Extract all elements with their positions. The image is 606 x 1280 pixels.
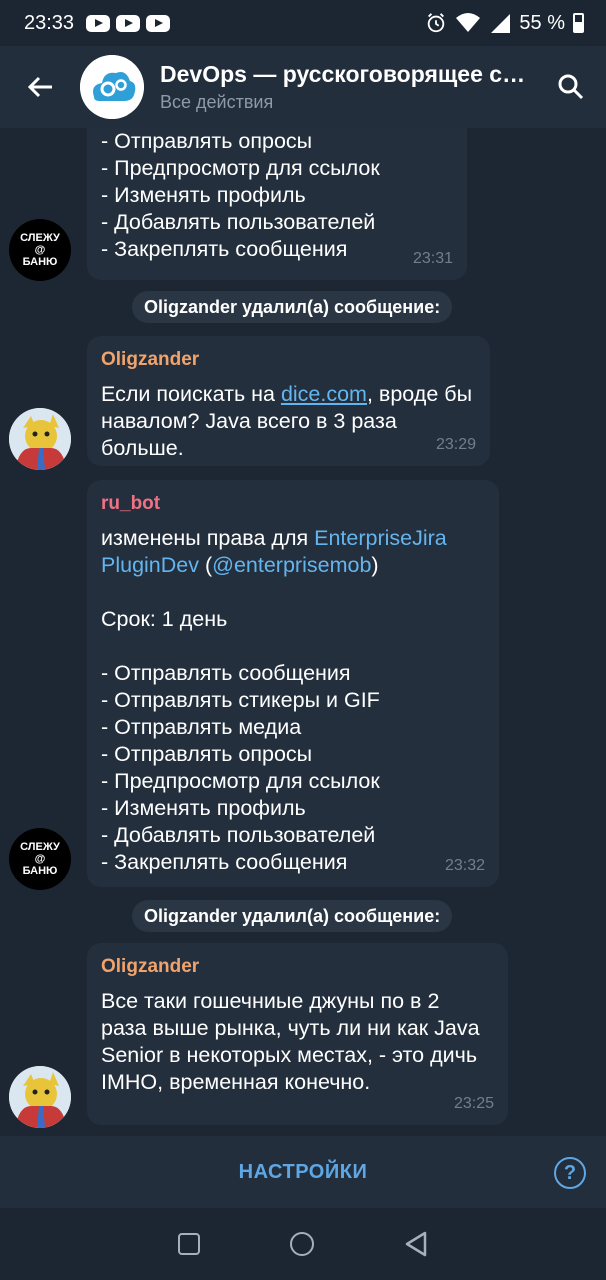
permission-line: - Закреплять сообщения bbox=[101, 850, 348, 874]
avatar-text: СЛЕЖУ bbox=[20, 841, 60, 853]
term-text: Срок: 1 день bbox=[101, 607, 228, 631]
text-segment: ( bbox=[199, 553, 213, 577]
status-time: 23:33 bbox=[24, 11, 75, 34]
message-time: 23:32 bbox=[444, 857, 485, 874]
avatar-text: БАНЮ bbox=[22, 256, 58, 268]
system-nav-bar bbox=[0, 1208, 606, 1280]
settings-button[interactable]: НАСТРОЙКИ bbox=[239, 1161, 368, 1184]
message-author[interactable]: Oligzander bbox=[101, 346, 476, 373]
bottom-bar: НАСТРОЙКИ ? bbox=[0, 1136, 606, 1208]
chat-header: DevOps — русскоговорящее сообщество Все … bbox=[0, 46, 606, 128]
avatar-text: БАНЮ bbox=[22, 865, 58, 877]
chat-title[interactable]: DevOps — русскоговорящее сообщество bbox=[160, 61, 536, 88]
avatar-text: @ bbox=[34, 853, 46, 865]
message-text: Если поискать на dice.com, вроде бы нава… bbox=[101, 381, 476, 462]
service-message: Oligzander удалил(а) сообщение: bbox=[132, 900, 453, 932]
search-icon bbox=[558, 74, 584, 100]
avatar[interactable] bbox=[9, 408, 71, 470]
permission-line: - Отправлять медиа bbox=[101, 715, 302, 739]
permission-line: - Добавлять пользователей bbox=[101, 823, 376, 847]
permission-line: - Предпросмотр для ссылок bbox=[101, 769, 380, 793]
avatar[interactable]: СЛЕЖУ @ БАНЮ bbox=[9, 828, 71, 890]
message-bubble[interactable]: Oligzander Если поискать на dice.com, вр… bbox=[87, 336, 490, 466]
permission-line: - Закреплять сообщения bbox=[101, 237, 348, 261]
search-button[interactable] bbox=[536, 46, 606, 128]
youtube-notification-icon bbox=[146, 14, 171, 32]
message-author[interactable]: Oligzander bbox=[101, 953, 494, 980]
arrow-left-icon bbox=[27, 76, 52, 98]
message-bubble[interactable]: - Отправлять опросы - Предпросмотр для с… bbox=[87, 128, 467, 280]
avatar-text: СЛЕЖУ bbox=[20, 232, 60, 244]
pokemon-avatar-icon bbox=[9, 408, 71, 470]
text-segment: ) bbox=[371, 553, 379, 577]
avatar[interactable]: СЛЕЖУ @ БАНЮ bbox=[9, 219, 71, 281]
permission-line: - Добавлять пользователей bbox=[101, 210, 376, 234]
chat-area[interactable]: - Отправлять опросы - Предпросмотр для с… bbox=[0, 128, 606, 1136]
message-bubble[interactable]: ru_bot изменены права для EnterpriseJira… bbox=[87, 480, 499, 887]
permission-line: - Изменять профиль bbox=[101, 183, 306, 207]
avatar-text: @ bbox=[34, 244, 46, 256]
message-time: 23:25 bbox=[453, 1095, 494, 1112]
pokemon-avatar-icon bbox=[9, 1066, 71, 1128]
recents-button[interactable] bbox=[178, 1233, 200, 1255]
permission-line: - Отправлять стикеры и GIF bbox=[101, 688, 380, 712]
message-text: изменены права для EnterpriseJira Plugin… bbox=[101, 525, 485, 579]
message-author[interactable]: ru_bot bbox=[101, 490, 485, 517]
help-icon[interactable]: ? bbox=[554, 1157, 586, 1189]
group-avatar[interactable] bbox=[80, 55, 144, 119]
cloud-gears-icon bbox=[80, 55, 144, 119]
message-text: Все таки гошечниые джуны по в 2 раза выш… bbox=[101, 989, 480, 1094]
text-segment: изменены права для bbox=[101, 526, 315, 550]
text-segment: Если поискать на bbox=[101, 382, 281, 406]
permission-line: - Отправлять опросы bbox=[101, 129, 313, 153]
permission-line: - Предпросмотр для ссылок bbox=[101, 156, 380, 180]
message-link[interactable]: dice.com bbox=[281, 382, 367, 406]
signal-icon bbox=[491, 14, 511, 33]
youtube-notification-icon bbox=[116, 14, 141, 32]
chat-subtitle: Все действия bbox=[160, 92, 274, 112]
permission-line: - Изменять профиль bbox=[101, 796, 306, 820]
message-time: 23:29 bbox=[435, 436, 476, 453]
battery-icon bbox=[573, 13, 584, 33]
user-handle-link[interactable]: @enterprisemob bbox=[212, 553, 371, 577]
permission-line: - Отправлять сообщения bbox=[101, 661, 351, 685]
avatar[interactable] bbox=[9, 1066, 71, 1128]
permission-line: - Отправлять опросы bbox=[101, 742, 313, 766]
message-bubble[interactable]: Oligzander Все таки гошечниые джуны по в… bbox=[87, 943, 508, 1125]
alarm-icon bbox=[428, 13, 445, 33]
service-message: Oligzander удалил(а) сообщение: bbox=[132, 291, 453, 323]
wifi-icon bbox=[456, 13, 481, 32]
battery-percent: 55 % bbox=[519, 11, 565, 34]
youtube-notification-icon bbox=[86, 14, 111, 32]
back-button[interactable] bbox=[0, 46, 80, 128]
status-bar: 23:33 55 % bbox=[0, 0, 606, 46]
home-button[interactable] bbox=[290, 1232, 314, 1256]
back-triangle-icon[interactable] bbox=[404, 1231, 428, 1257]
message-time: 23:31 bbox=[412, 250, 453, 267]
